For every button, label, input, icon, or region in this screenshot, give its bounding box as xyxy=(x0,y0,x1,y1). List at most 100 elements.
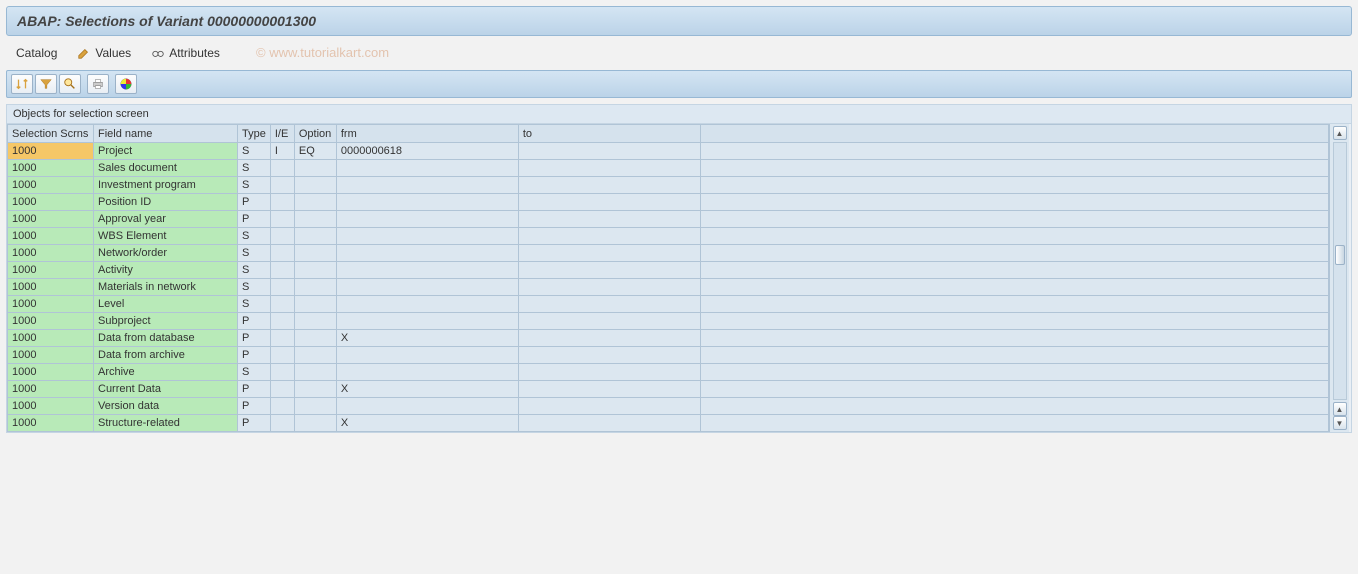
table-row[interactable]: 1000Position IDP xyxy=(8,194,1329,211)
col-scrn[interactable]: Selection Scrns xyxy=(8,125,94,143)
table-row[interactable]: 1000ProjectSIEQ0000000618 xyxy=(8,143,1329,160)
cell-option[interactable] xyxy=(294,194,336,211)
cell-to[interactable] xyxy=(518,177,700,194)
cell-to[interactable] xyxy=(518,211,700,228)
cell-type[interactable]: S xyxy=(238,143,271,160)
cell-to[interactable] xyxy=(518,143,700,160)
cell-to[interactable] xyxy=(518,330,700,347)
cell-frm[interactable] xyxy=(336,228,518,245)
cell-frm[interactable] xyxy=(336,211,518,228)
cell-type[interactable]: S xyxy=(238,296,271,313)
cell-option[interactable] xyxy=(294,177,336,194)
cell-frm[interactable] xyxy=(336,245,518,262)
cell-fname[interactable]: Approval year xyxy=(94,211,238,228)
cell-type[interactable]: S xyxy=(238,160,271,177)
cell-type[interactable]: P xyxy=(238,398,271,415)
cell-type[interactable]: P xyxy=(238,211,271,228)
cell-type[interactable]: P xyxy=(238,347,271,364)
cell-scrn[interactable]: 1000 xyxy=(8,415,94,432)
cell-fname[interactable]: Position ID xyxy=(94,194,238,211)
col-frm[interactable]: frm xyxy=(336,125,518,143)
find-button[interactable] xyxy=(59,74,81,94)
cell-frm[interactable] xyxy=(336,398,518,415)
cell-frm[interactable]: X xyxy=(336,381,518,398)
cell-option[interactable] xyxy=(294,415,336,432)
cell-scrn[interactable]: 1000 xyxy=(8,313,94,330)
cell-fname[interactable]: Activity xyxy=(94,262,238,279)
scroll-up-icon[interactable]: ▲ xyxy=(1333,402,1347,416)
cell-option[interactable] xyxy=(294,313,336,330)
cell-frm[interactable] xyxy=(336,279,518,296)
cell-ie[interactable] xyxy=(270,415,294,432)
cell-to[interactable] xyxy=(518,398,700,415)
cell-to[interactable] xyxy=(518,245,700,262)
table-row[interactable]: 1000Data from archiveP xyxy=(8,347,1329,364)
cell-ie[interactable] xyxy=(270,211,294,228)
cell-option[interactable] xyxy=(294,279,336,296)
cell-frm[interactable]: 0000000618 xyxy=(336,143,518,160)
cell-scrn[interactable]: 1000 xyxy=(8,296,94,313)
cell-ie[interactable] xyxy=(270,279,294,296)
cell-to[interactable] xyxy=(518,296,700,313)
attributes-button[interactable]: Attributes xyxy=(151,46,220,60)
cell-fname[interactable]: Data from archive xyxy=(94,347,238,364)
cell-fname[interactable]: Data from database xyxy=(94,330,238,347)
cell-fname[interactable]: Structure-related xyxy=(94,415,238,432)
cell-to[interactable] xyxy=(518,194,700,211)
cell-option[interactable]: EQ xyxy=(294,143,336,160)
cell-frm[interactable] xyxy=(336,177,518,194)
cell-scrn[interactable]: 1000 xyxy=(8,211,94,228)
print-button[interactable] xyxy=(87,74,109,94)
scroll-track[interactable] xyxy=(1333,142,1347,400)
cell-scrn[interactable]: 1000 xyxy=(8,381,94,398)
cell-frm[interactable] xyxy=(336,262,518,279)
cell-type[interactable]: P xyxy=(238,330,271,347)
cell-option[interactable] xyxy=(294,160,336,177)
cell-type[interactable]: P xyxy=(238,415,271,432)
cell-scrn[interactable]: 1000 xyxy=(8,228,94,245)
scroll-up-top-icon[interactable]: ▲ xyxy=(1333,126,1347,140)
cell-scrn[interactable]: 1000 xyxy=(8,143,94,160)
table-row[interactable]: 1000ActivityS xyxy=(8,262,1329,279)
cell-type[interactable]: S xyxy=(238,364,271,381)
cell-ie[interactable] xyxy=(270,177,294,194)
cell-scrn[interactable]: 1000 xyxy=(8,364,94,381)
cell-fname[interactable]: Investment program xyxy=(94,177,238,194)
cell-type[interactable]: S xyxy=(238,177,271,194)
cell-scrn[interactable]: 1000 xyxy=(8,245,94,262)
cell-to[interactable] xyxy=(518,381,700,398)
cell-scrn[interactable]: 1000 xyxy=(8,398,94,415)
scroll-down-icon[interactable]: ▼ xyxy=(1333,416,1347,430)
cell-option[interactable] xyxy=(294,228,336,245)
table-row[interactable]: 1000Data from databasePX xyxy=(8,330,1329,347)
cell-to[interactable] xyxy=(518,279,700,296)
cell-to[interactable] xyxy=(518,364,700,381)
cell-to[interactable] xyxy=(518,415,700,432)
cell-type[interactable]: P xyxy=(238,313,271,330)
cell-scrn[interactable]: 1000 xyxy=(8,160,94,177)
cell-ie[interactable] xyxy=(270,381,294,398)
scroll-thumb[interactable] xyxy=(1335,245,1345,265)
cell-type[interactable]: S xyxy=(238,245,271,262)
cell-frm[interactable] xyxy=(336,347,518,364)
cell-fname[interactable]: Materials in network xyxy=(94,279,238,296)
col-fname[interactable]: Field name xyxy=(94,125,238,143)
cell-option[interactable] xyxy=(294,296,336,313)
vertical-scrollbar[interactable]: ▲ ▲ ▼ xyxy=(1329,124,1349,432)
cell-ie[interactable] xyxy=(270,347,294,364)
cell-ie[interactable] xyxy=(270,364,294,381)
cell-option[interactable] xyxy=(294,262,336,279)
cell-frm[interactable] xyxy=(336,160,518,177)
table-row[interactable]: 1000Version dataP xyxy=(8,398,1329,415)
col-to[interactable]: to xyxy=(518,125,700,143)
cell-ie[interactable] xyxy=(270,160,294,177)
table-row[interactable]: 1000Current DataPX xyxy=(8,381,1329,398)
table-row[interactable]: 1000Structure-relatedPX xyxy=(8,415,1329,432)
table-row[interactable]: 1000SubprojectP xyxy=(8,313,1329,330)
col-option[interactable]: Option xyxy=(294,125,336,143)
cell-ie[interactable] xyxy=(270,262,294,279)
cell-ie[interactable] xyxy=(270,398,294,415)
cell-scrn[interactable]: 1000 xyxy=(8,347,94,364)
cell-option[interactable] xyxy=(294,245,336,262)
table-row[interactable]: 1000LevelS xyxy=(8,296,1329,313)
